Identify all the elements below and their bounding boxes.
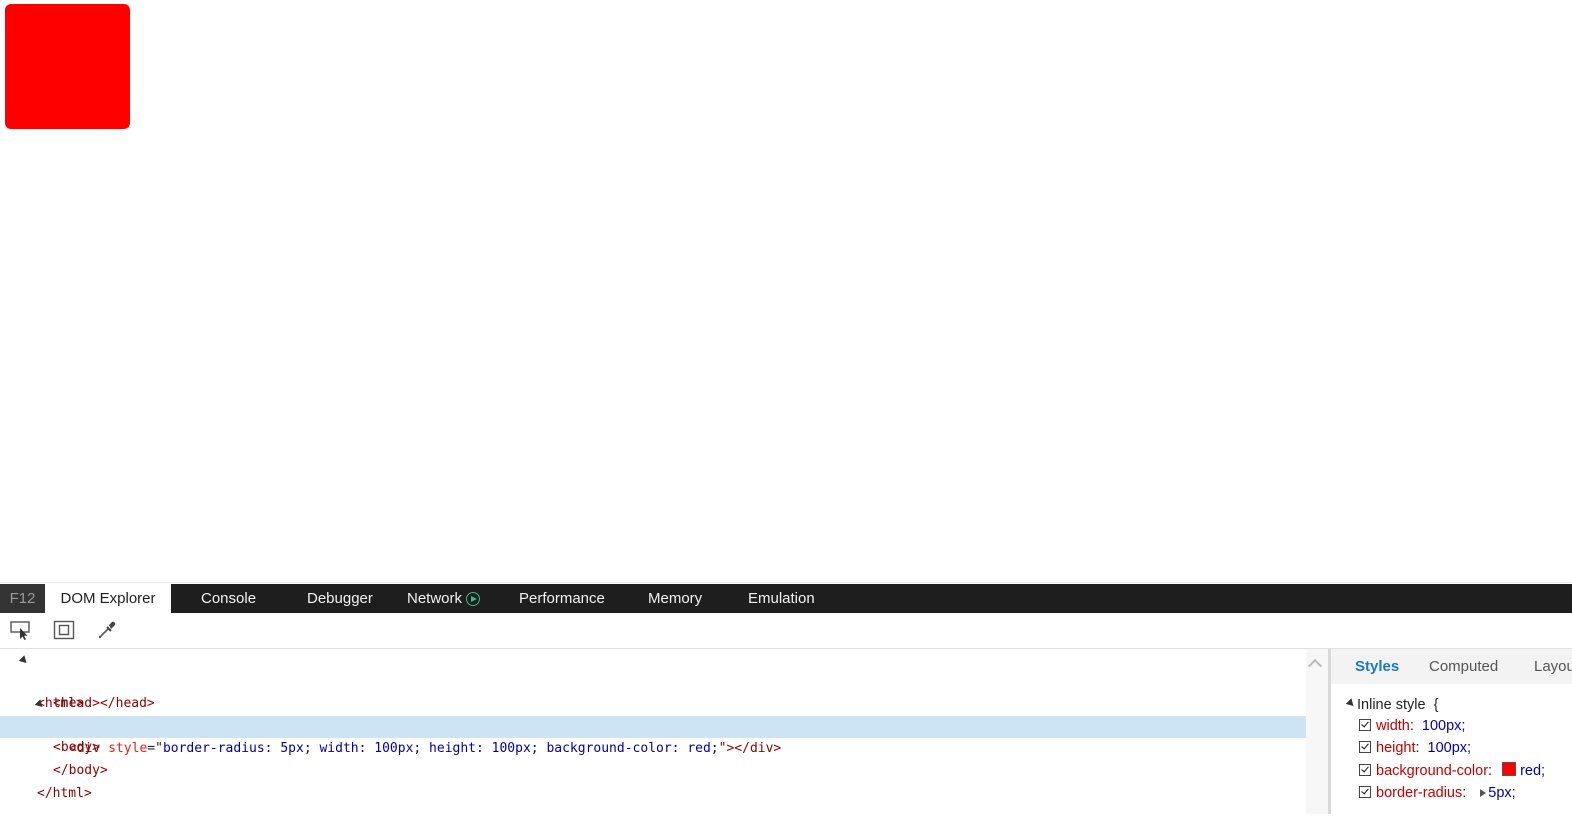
tree-row-head[interactable]: <head></head> bbox=[0, 671, 1306, 711]
tab-memory[interactable]: Memory bbox=[648, 584, 702, 613]
red-rounded-box bbox=[5, 4, 130, 129]
f12-developer-tools: F12 DOM Explorer Console Debugger Networ… bbox=[0, 582, 1572, 814]
property-name[interactable]: background-color bbox=[1376, 763, 1488, 779]
style-property-width: width: 100px; bbox=[1359, 716, 1465, 736]
rule-selector: Inline style bbox=[1357, 697, 1426, 713]
collapse-arrow-icon[interactable] bbox=[1345, 698, 1357, 709]
tree-row-body[interactable]: <body> bbox=[0, 693, 1306, 755]
tree-row-html[interactable]: <html> bbox=[0, 649, 1306, 711]
style-property-background-color: background-color: red; bbox=[1359, 761, 1545, 781]
property-checkbox[interactable] bbox=[1359, 741, 1371, 753]
dom-tree: <html> <head></head> <body> <div style="… bbox=[0, 649, 1306, 814]
tag-html-close: </html> bbox=[37, 786, 92, 801]
property-checkbox[interactable] bbox=[1359, 786, 1371, 798]
collapse-arrow-icon[interactable] bbox=[34, 699, 46, 710]
dom-tree-scrollbar[interactable] bbox=[1306, 649, 1328, 814]
f12-label: F12 bbox=[0, 584, 45, 613]
property-name[interactable]: width bbox=[1376, 718, 1410, 734]
collapse-arrow-icon[interactable] bbox=[18, 655, 30, 666]
property-name[interactable]: height bbox=[1376, 740, 1416, 756]
style-property-border-radius: border-radius: 5px; bbox=[1359, 783, 1516, 803]
property-checkbox[interactable] bbox=[1359, 719, 1371, 731]
highlight-elements-button[interactable] bbox=[52, 619, 76, 641]
scroll-up-icon[interactable] bbox=[1307, 658, 1323, 674]
page-viewport bbox=[0, 0, 1572, 582]
highlight-box-icon bbox=[53, 620, 75, 640]
styles-pane: Styles Computed Layout Inline style { wi… bbox=[1331, 649, 1572, 814]
devtools-tab-bar: F12 DOM Explorer Console Debugger Networ… bbox=[0, 584, 1572, 613]
tab-dom-explorer[interactable]: DOM Explorer bbox=[45, 584, 171, 613]
property-value[interactable]: 100px; bbox=[1428, 740, 1472, 756]
tab-performance[interactable]: Performance bbox=[519, 584, 605, 613]
select-element-button[interactable] bbox=[9, 619, 33, 641]
expand-arrow-icon[interactable] bbox=[1480, 789, 1487, 797]
styles-pane-tabs: Styles Computed Layout bbox=[1331, 649, 1572, 684]
tab-network-label: Network bbox=[407, 590, 463, 607]
tree-row-body-close[interactable]: </body> bbox=[0, 738, 1306, 778]
dom-explorer-toolbar bbox=[0, 613, 1572, 649]
eyedropper-icon bbox=[98, 621, 116, 639]
select-element-icon bbox=[10, 621, 30, 640]
tab-styles[interactable]: Styles bbox=[1355, 649, 1399, 684]
property-checkbox[interactable] bbox=[1359, 764, 1371, 776]
tab-debugger[interactable]: Debugger bbox=[307, 584, 373, 613]
tree-row-html-close[interactable]: </html> bbox=[0, 761, 1306, 801]
tab-computed[interactable]: Computed bbox=[1429, 649, 1498, 684]
network-record-icon bbox=[466, 592, 481, 606]
tab-layout[interactable]: Layout bbox=[1534, 649, 1572, 684]
inline-style-rule-header[interactable]: Inline style { bbox=[1345, 697, 1439, 713]
property-value[interactable]: 5px; bbox=[1488, 785, 1515, 801]
color-swatch[interactable] bbox=[1502, 762, 1517, 776]
property-name[interactable]: border-radius bbox=[1376, 785, 1462, 801]
tab-network[interactable]: Network bbox=[407, 584, 481, 613]
tree-row-div-selected[interactable]: <div style="border-radius: 5px; width: 1… bbox=[0, 716, 1306, 756]
tab-console[interactable]: Console bbox=[201, 584, 256, 613]
property-value[interactable]: 100px; bbox=[1422, 718, 1466, 734]
style-property-height: height: 100px; bbox=[1359, 738, 1471, 758]
color-picker-button[interactable] bbox=[95, 619, 119, 641]
property-value[interactable]: red; bbox=[1520, 763, 1545, 779]
tab-emulation[interactable]: Emulation bbox=[748, 584, 815, 613]
rule-open-brace: { bbox=[1433, 697, 1439, 713]
